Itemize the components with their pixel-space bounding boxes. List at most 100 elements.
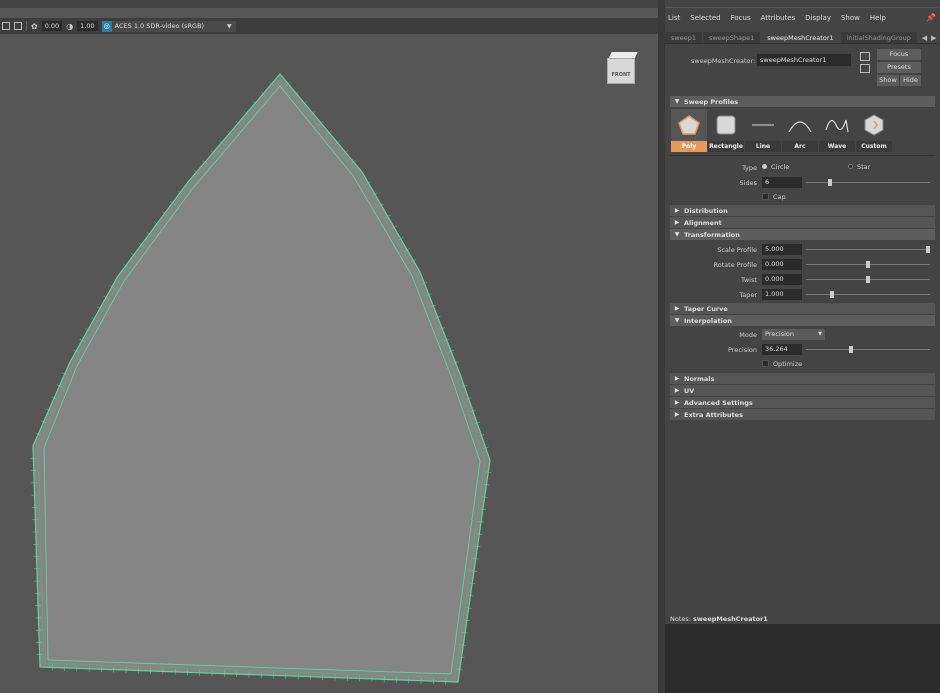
- taper-row: Taper 1.000: [665, 287, 940, 302]
- profile-arc[interactable]: Arc: [782, 109, 818, 152]
- mesh-outer-face[interactable]: [32, 73, 491, 683]
- precision-slider[interactable]: [806, 346, 930, 353]
- type-row: Type Circle Star: [665, 160, 940, 175]
- slider-handle[interactable]: [827, 179, 832, 186]
- section-sweep-profiles[interactable]: ▼ Sweep Profiles: [670, 96, 935, 107]
- hide-button[interactable]: Hide: [900, 75, 921, 86]
- menu-help[interactable]: Help: [870, 14, 886, 22]
- tab-initialshadinggroup[interactable]: initialShadingGroup: [840, 32, 917, 43]
- precision-field[interactable]: 36.264: [762, 344, 802, 355]
- tab-sweepmeshcreator1[interactable]: sweepMeshCreator1: [761, 32, 840, 43]
- menu-selected[interactable]: Selected: [690, 14, 720, 22]
- input-connection-icon[interactable]: [860, 52, 870, 61]
- slider-handle[interactable]: [849, 346, 854, 353]
- attribute-editor: List Selected Focus Attributes Display S…: [665, 0, 940, 693]
- twist-row: Twist 0.000: [665, 272, 940, 287]
- tab-scroll-right-icon[interactable]: ▶: [927, 32, 936, 43]
- menu-attributes[interactable]: Attributes: [761, 14, 796, 22]
- menu-list[interactable]: List: [668, 14, 680, 22]
- show-button[interactable]: Show: [877, 75, 899, 86]
- collapsed-triangle-icon: ▶: [674, 411, 680, 418]
- section-interpolation[interactable]: ▼ Interpolation: [670, 315, 935, 326]
- type-label: Type: [742, 164, 757, 172]
- section-label: UV: [684, 386, 695, 395]
- type-star-radio[interactable]: Star: [848, 163, 870, 171]
- profile-wave[interactable]: Wave: [819, 109, 855, 152]
- slider-handle[interactable]: [866, 276, 870, 283]
- notes-label: Notes: sweepMeshCreator1: [670, 615, 768, 623]
- ae-menu-bar: List Selected Focus Attributes Display S…: [665, 8, 940, 28]
- tab-scroll-left-icon[interactable]: ◀: [918, 32, 927, 43]
- section-label: Taper Curve: [684, 304, 728, 313]
- taper-field[interactable]: 1.000: [762, 289, 802, 300]
- rotate-profile-slider[interactable]: [806, 261, 930, 268]
- node-name-field[interactable]: sweepMeshCreator1: [757, 54, 851, 66]
- profile-rectangle[interactable]: Rectangle: [708, 109, 744, 152]
- mesh-canvas[interactable]: [0, 0, 658, 693]
- collapsed-triangle-icon: ▶: [674, 219, 680, 226]
- precision-label: Precision: [727, 346, 757, 354]
- menu-focus[interactable]: Focus: [731, 14, 751, 22]
- menu-show[interactable]: Show: [841, 14, 860, 22]
- section-extra-attributes[interactable]: ▶ Extra Attributes: [670, 409, 935, 420]
- mode-dropdown[interactable]: Precision ▼: [762, 329, 825, 340]
- slider-handle[interactable]: [866, 261, 870, 268]
- cap-checkbox[interactable]: Cap: [762, 193, 786, 201]
- optimize-checkbox[interactable]: Optimize: [762, 360, 802, 368]
- section-distribution[interactable]: ▶ Distribution: [670, 205, 935, 216]
- section-taper-curve[interactable]: ▶ Taper Curve: [670, 303, 935, 314]
- twist-slider[interactable]: [806, 276, 930, 283]
- section-uv[interactable]: ▶ UV: [670, 385, 935, 396]
- focus-button[interactable]: Focus: [877, 49, 921, 60]
- expanded-triangle-icon: ▼: [674, 98, 680, 105]
- sides-field[interactable]: 6: [762, 177, 802, 188]
- poly-profile-icon: [678, 115, 700, 135]
- taper-slider[interactable]: [806, 291, 930, 298]
- scale-profile-label: Scale Profile: [717, 246, 757, 254]
- twist-label: Twist: [741, 276, 757, 284]
- radio-unselected-icon: [848, 164, 853, 169]
- checkbox-icon: [762, 360, 769, 367]
- view-cube[interactable]: FRONT: [607, 52, 638, 86]
- twist-field[interactable]: 0.000: [762, 274, 802, 285]
- rotate-profile-field[interactable]: 0.000: [762, 259, 802, 270]
- radio-label: Circle: [771, 163, 790, 171]
- notes-textarea[interactable]: [665, 624, 940, 693]
- ae-top-strip: [665, 0, 940, 8]
- profile-custom[interactable]: Custom: [856, 109, 892, 152]
- panel-divider[interactable]: [658, 0, 665, 693]
- notes-node-name: sweepMeshCreator1: [693, 615, 768, 623]
- presets-button[interactable]: Presets: [877, 62, 921, 73]
- collapsed-triangle-icon: ▶: [674, 399, 680, 406]
- pin-icon[interactable]: 📌: [926, 13, 936, 22]
- menu-display[interactable]: Display: [805, 14, 831, 22]
- profile-label: Line: [745, 141, 781, 152]
- rotate-profile-label: Rotate Profile: [713, 261, 757, 269]
- scale-profile-slider[interactable]: [806, 246, 930, 253]
- slider-handle[interactable]: [926, 246, 930, 253]
- rectangle-profile-icon: [716, 115, 736, 135]
- checkbox-label: Optimize: [773, 360, 803, 368]
- view-cube-front[interactable]: [607, 58, 635, 84]
- slider-handle[interactable]: [830, 291, 834, 298]
- taper-label: Taper: [739, 291, 757, 299]
- rotate-profile-row: Rotate Profile 0.000: [665, 257, 940, 272]
- profile-poly[interactable]: Poly: [671, 109, 707, 152]
- sides-slider[interactable]: [806, 179, 930, 186]
- section-transformation[interactable]: ▼ Transformation: [670, 229, 935, 240]
- scale-profile-field[interactable]: 5.000: [762, 244, 802, 255]
- section-label: Sweep Profiles: [684, 97, 739, 106]
- notes-panel: Notes: sweepMeshCreator1: [665, 612, 940, 693]
- viewport-panel[interactable]: ✿ 0.00 ◑ 1.00 ◎ ACES 1.0 SDR-video (sRGB…: [0, 0, 658, 693]
- profile-label: Custom: [856, 141, 892, 152]
- section-normals[interactable]: ▶ Normals: [670, 373, 935, 384]
- section-advanced-settings[interactable]: ▶ Advanced Settings: [670, 397, 935, 408]
- output-connection-icon[interactable]: [860, 64, 870, 73]
- profile-line[interactable]: Line: [745, 109, 781, 152]
- type-circle-radio[interactable]: Circle: [762, 163, 789, 171]
- divider: [670, 155, 935, 156]
- tab-sweep1[interactable]: sweep1: [665, 32, 702, 43]
- tab-sweepshape1[interactable]: sweepShape1: [702, 32, 761, 43]
- section-alignment[interactable]: ▶ Alignment: [670, 217, 935, 228]
- section-label: Alignment: [684, 218, 722, 227]
